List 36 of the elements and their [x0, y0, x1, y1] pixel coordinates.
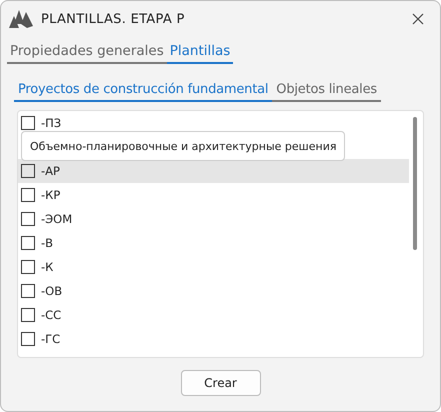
item-label: -ЭОМ — [41, 212, 72, 226]
checkbox[interactable] — [21, 164, 35, 178]
checkbox[interactable] — [21, 332, 35, 346]
item-label: -ОВ — [41, 284, 62, 298]
list-item[interactable]: -АР — [18, 159, 409, 183]
logo-icon — [9, 10, 33, 28]
list-item[interactable]: -ЭОМ — [18, 207, 409, 231]
tab[interactable]: Plantillas — [166, 41, 234, 64]
checkbox[interactable] — [21, 188, 35, 202]
list-item[interactable]: -СС — [18, 303, 409, 327]
list-item[interactable]: -В — [18, 231, 409, 255]
checkbox[interactable] — [21, 308, 35, 322]
checkbox[interactable] — [21, 212, 35, 226]
checkbox[interactable] — [21, 260, 35, 274]
item-label: -АР — [41, 164, 60, 178]
tab[interactable]: Proyectos de construcción fundamental — [14, 80, 272, 102]
tab[interactable]: Objetos lineales — [272, 80, 381, 102]
item-label: -СС — [41, 308, 62, 322]
tab[interactable]: Propiedades generales — [7, 41, 167, 64]
item-label: -К — [41, 260, 54, 274]
checkbox[interactable] — [21, 116, 35, 130]
item-label: -ГС — [41, 332, 60, 346]
list-item[interactable]: -ОВ — [18, 279, 409, 303]
list-item[interactable]: -КР — [18, 183, 409, 207]
item-label: -ПЗ — [41, 116, 62, 130]
list-item[interactable]: -ГС — [18, 327, 409, 351]
list-item[interactable]: -К — [18, 255, 409, 279]
window-title: PLANTILLAS. ETAPA P — [41, 12, 186, 26]
scrollbar[interactable] — [413, 117, 417, 250]
checkbox[interactable] — [21, 236, 35, 250]
create-button[interactable]: Crear — [180, 370, 260, 396]
item-label: -КР — [41, 188, 60, 202]
item-label: -В — [41, 236, 54, 250]
checkbox[interactable] — [21, 284, 35, 298]
close-icon — [410, 11, 426, 27]
tooltip: Объемно-планировочные и архитектурные решения — [21, 131, 346, 161]
